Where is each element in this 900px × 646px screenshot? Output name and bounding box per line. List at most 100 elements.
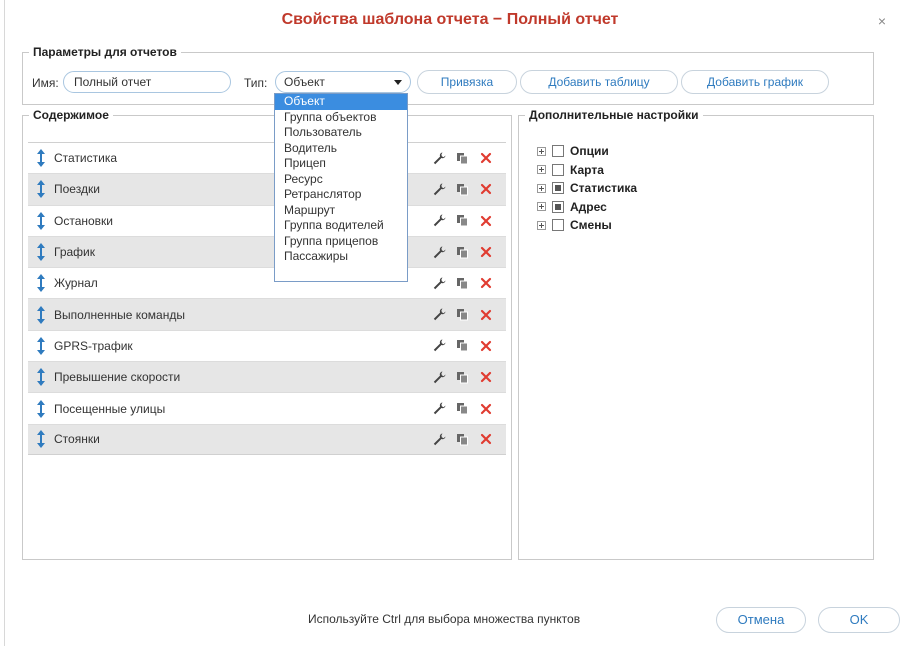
tree-checkbox[interactable] <box>552 219 564 232</box>
tree-item[interactable]: Опции <box>537 142 637 161</box>
table-row[interactable]: Остановки <box>28 204 506 236</box>
table-row[interactable]: Посещенные улицы <box>28 392 506 423</box>
dropdown-option[interactable]: Маршрут <box>275 203 407 219</box>
tree-item-label: Опции <box>570 144 609 159</box>
dropdown-option[interactable]: Ресурс <box>275 172 407 188</box>
delete-icon[interactable] <box>479 152 492 165</box>
drag-handle-icon[interactable] <box>36 243 46 262</box>
dropdown-option[interactable]: Ретранслятор <box>275 187 407 203</box>
add-chart-button[interactable]: Добавить график <box>681 70 829 94</box>
dropdown-option[interactable]: Пользователь <box>275 125 407 141</box>
wrench-icon[interactable] <box>433 277 446 290</box>
drag-handle-icon[interactable] <box>36 336 46 355</box>
expand-icon[interactable] <box>537 220 546 230</box>
tree-checkbox[interactable] <box>552 182 564 195</box>
copy-icon[interactable] <box>456 246 469 259</box>
delete-icon[interactable] <box>479 183 492 196</box>
report-template-dialog: Свойства шаблона отчета − Полный отчет ×… <box>0 0 900 646</box>
type-dropdown-list: Объект Группа объектов Пользователь Водител… <box>274 93 408 282</box>
table-row[interactable]: Выполненные команды <box>28 298 506 330</box>
wrench-icon[interactable] <box>433 152 446 165</box>
tree-item[interactable]: Статистика <box>537 179 637 198</box>
row-tools <box>433 183 492 196</box>
expand-icon[interactable] <box>537 146 546 156</box>
delete-icon[interactable] <box>479 246 492 259</box>
drag-handle-icon[interactable] <box>36 430 46 449</box>
dropdown-option[interactable]: Группа водителей <box>275 218 407 234</box>
copy-icon[interactable] <box>456 339 469 352</box>
drag-handle-icon[interactable] <box>36 274 46 293</box>
copy-icon[interactable] <box>456 433 469 446</box>
wrench-icon[interactable] <box>433 183 446 196</box>
row-tools <box>433 339 492 352</box>
tree-item-label: Карта <box>570 162 604 177</box>
copy-icon[interactable] <box>456 152 469 165</box>
table-row[interactable]: Поездки <box>28 173 506 205</box>
wrench-icon[interactable] <box>433 402 446 415</box>
delete-icon[interactable] <box>479 402 492 415</box>
dropdown-option[interactable]: Водитель <box>275 141 407 157</box>
wrench-icon[interactable] <box>433 339 446 352</box>
report-params-legend: Параметры для отчетов <box>33 45 177 59</box>
ok-button[interactable]: OK <box>818 607 900 633</box>
tree-checkbox[interactable] <box>552 200 564 213</box>
tree-item-label: Адрес <box>570 199 607 214</box>
copy-icon[interactable] <box>456 214 469 227</box>
copy-icon[interactable] <box>456 308 469 321</box>
delete-icon[interactable] <box>479 371 492 384</box>
table-row[interactable]: Статистика <box>28 142 506 173</box>
report-params-group: Параметры для отчетов Имя: Полный отчет … <box>22 45 874 105</box>
dropdown-option[interactable]: Пассажиры <box>275 249 407 265</box>
delete-icon[interactable] <box>479 339 492 352</box>
drag-handle-icon[interactable] <box>36 180 46 199</box>
dropdown-option[interactable]: Группа объектов <box>275 110 407 126</box>
add-table-button[interactable]: Добавить таблицу <box>520 70 678 94</box>
copy-icon[interactable] <box>456 371 469 384</box>
wrench-icon[interactable] <box>433 308 446 321</box>
wrench-icon[interactable] <box>433 246 446 259</box>
delete-icon[interactable] <box>479 433 492 446</box>
tree-item[interactable]: Карта <box>537 161 637 180</box>
copy-icon[interactable] <box>456 277 469 290</box>
table-row[interactable]: Журнал <box>28 267 506 298</box>
copy-icon[interactable] <box>456 183 469 196</box>
copy-icon[interactable] <box>456 402 469 415</box>
row-tools <box>433 214 492 227</box>
drag-handle-icon[interactable] <box>36 368 46 387</box>
name-input[interactable]: Полный отчет <box>63 71 231 93</box>
tree-item[interactable]: Смены <box>537 216 637 235</box>
dropdown-option[interactable]: Объект <box>275 94 407 110</box>
content-legend: Содержимое <box>33 108 109 122</box>
expand-icon[interactable] <box>537 165 546 175</box>
row-label: Посещенные улицы <box>54 401 166 416</box>
drag-handle-icon[interactable] <box>36 399 46 418</box>
wrench-icon[interactable] <box>433 371 446 384</box>
wrench-icon[interactable] <box>433 214 446 227</box>
close-icon[interactable]: × <box>878 14 886 28</box>
row-tools <box>433 402 492 415</box>
drag-handle-icon[interactable] <box>36 211 46 230</box>
dialog-left-border <box>4 0 5 646</box>
table-row[interactable]: Превышение скорости <box>28 361 506 393</box>
type-select[interactable]: Объект <box>275 71 411 93</box>
table-row[interactable]: График <box>28 235 506 268</box>
expand-icon[interactable] <box>537 202 546 212</box>
table-row[interactable]: Стоянки <box>28 423 506 455</box>
drag-handle-icon[interactable] <box>36 149 46 168</box>
dropdown-option[interactable]: Прицеп <box>275 156 407 172</box>
row-tools <box>433 371 492 384</box>
wrench-icon[interactable] <box>433 433 446 446</box>
table-row[interactable]: GPRS-трафик <box>28 329 506 361</box>
bind-button[interactable]: Привязка <box>417 70 517 94</box>
tree-item[interactable]: Адрес <box>537 198 637 217</box>
delete-icon[interactable] <box>479 308 492 321</box>
row-tools <box>433 277 492 290</box>
tree-checkbox[interactable] <box>552 145 564 158</box>
drag-handle-icon[interactable] <box>36 305 46 324</box>
delete-icon[interactable] <box>479 277 492 290</box>
cancel-button[interactable]: Отмена <box>716 607 806 633</box>
expand-icon[interactable] <box>537 183 546 193</box>
tree-checkbox[interactable] <box>552 163 564 176</box>
dropdown-option[interactable]: Группа прицепов <box>275 234 407 250</box>
delete-icon[interactable] <box>479 214 492 227</box>
